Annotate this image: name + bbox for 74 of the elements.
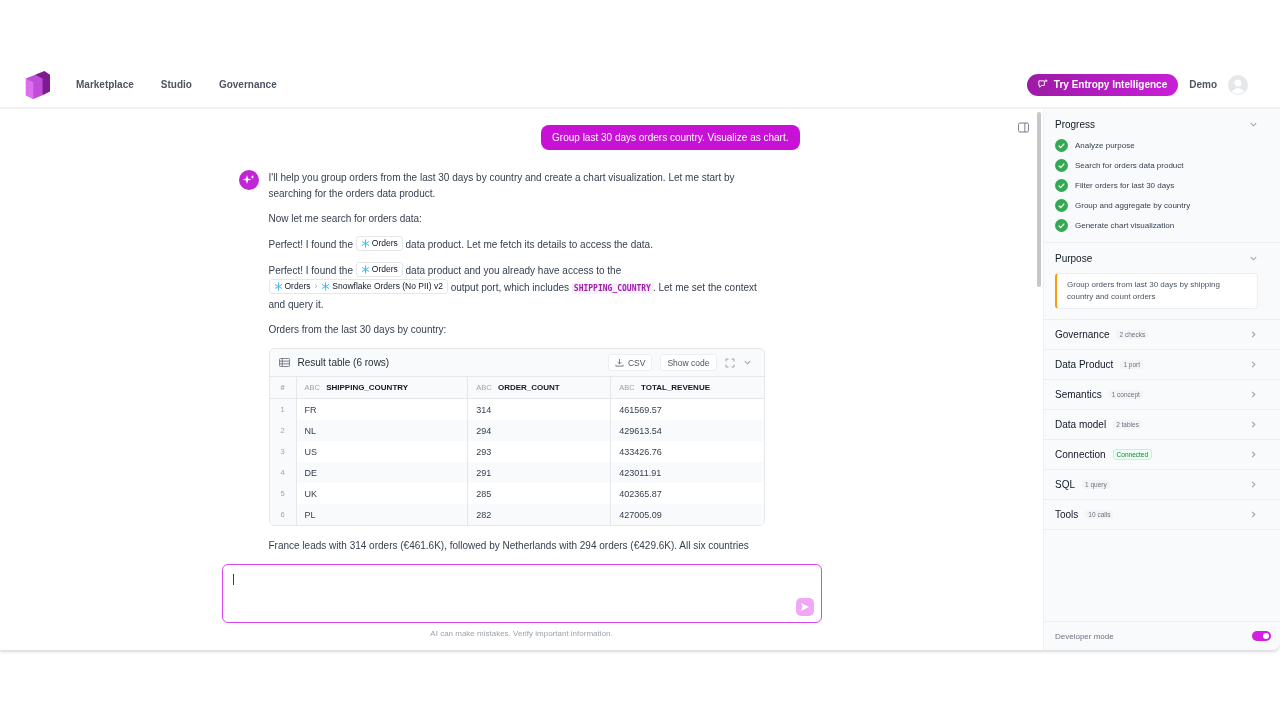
table-cell: PL xyxy=(296,504,468,525)
column-name: SHIPPING_COUNTRY xyxy=(326,383,409,392)
section-title: Tools xyxy=(1055,509,1079,520)
user-name[interactable]: Demo xyxy=(1189,79,1217,90)
snowflake-icon xyxy=(321,282,331,291)
avatar-icon[interactable] xyxy=(1228,74,1248,95)
message-text: I'll help you group orders from the last 30 days by country and create a chart visualization. Let me start by searching for the orders data product. xyxy=(268,171,736,201)
message-input[interactable] xyxy=(221,564,822,623)
nav-link[interactable]: Marketplace xyxy=(76,79,134,90)
progress-step: Analyze purpose xyxy=(1075,141,1135,150)
chevron-right-icon[interactable] xyxy=(1249,330,1258,339)
progress-step: Generate chart visualization xyxy=(1075,221,1175,230)
chevron-right-icon[interactable] xyxy=(1249,390,1258,399)
assistant-sparkle-icon xyxy=(238,170,259,190)
table-cell: 291 xyxy=(467,462,611,483)
message-text: Now let me search for orders data: xyxy=(268,212,423,226)
download-csv-button[interactable]: CSV xyxy=(607,354,653,371)
table-cell: 461569.57 xyxy=(610,398,764,420)
snowflake-icon xyxy=(360,265,370,274)
table-cell: 402365.87 xyxy=(610,483,764,504)
chevron-right-icon[interactable] xyxy=(1249,360,1258,369)
data-product-chip[interactable]: Orders xyxy=(355,262,403,277)
download-icon xyxy=(614,358,624,367)
chevron-right-icon[interactable] xyxy=(1249,480,1258,489)
send-icon[interactable] xyxy=(795,598,814,616)
chevron-right-icon[interactable] xyxy=(1249,510,1258,519)
disclaimer-text: AI can make mistakes. Verify important information. xyxy=(429,628,614,640)
table-cell: 427005.09 xyxy=(610,504,764,525)
data-product-chip[interactable]: Orders › Snowflake Orders (No PII) v2 xyxy=(268,279,448,294)
chat-sparkle-icon xyxy=(1036,79,1048,90)
message-text: France leads with 314 orders (€461.6K), followed by Netherlands with 294 orders (€429.6K). All six countries xyxy=(268,539,750,553)
section-title: Data model xyxy=(1055,419,1107,430)
message-text: Perfect! I found the Orders data product. Let me fetch its details to access the data. xyxy=(268,236,654,253)
section-title: Progress xyxy=(1055,118,1095,130)
user-message: Group last 30 days orders country. Visualize as chart. xyxy=(541,125,800,150)
message-text: Perfect! I found the Orders data product and you already have access to the Orders › Snowflake Orders (No PII) v2 output port, which includes SHIPPING_COUNTRY . Let me set the context and query it. xyxy=(268,262,758,312)
section-title: Data Product xyxy=(1055,359,1114,370)
table-cell: DE xyxy=(296,462,468,483)
section-title: Governance xyxy=(1055,329,1110,340)
section-title: Connection xyxy=(1055,449,1106,460)
nav-link[interactable]: Governance xyxy=(218,79,277,90)
purpose-text: Group orders from last 30 days by shipping country and count orders xyxy=(1055,273,1258,309)
table-cell: 423011.91 xyxy=(610,462,764,483)
show-code-button[interactable]: Show code xyxy=(660,354,717,371)
progress-step: Filter orders for last 30 days xyxy=(1075,181,1175,190)
expand-icon[interactable] xyxy=(724,357,735,368)
logo-icon[interactable] xyxy=(24,70,50,99)
table-cell: 282 xyxy=(467,504,611,525)
snowflake-icon xyxy=(360,239,370,248)
chevron-right-icon[interactable] xyxy=(1249,450,1258,459)
chevron-right-icon[interactable] xyxy=(1249,420,1258,429)
section-title: Semantics xyxy=(1055,389,1102,400)
column-name: ORDER_COUNT xyxy=(497,383,560,392)
table-cell: 433426.76 xyxy=(610,441,764,462)
message-text: Orders from the last 30 days by country: xyxy=(268,323,448,337)
developer-mode-toggle[interactable] xyxy=(1252,631,1271,641)
snowflake-icon xyxy=(273,282,283,291)
data-product-chip[interactable]: Orders xyxy=(355,236,403,251)
chevron-down-icon[interactable] xyxy=(742,358,752,367)
section-title: SQL xyxy=(1055,479,1075,490)
table-title: Result table (6 rows) xyxy=(297,357,390,368)
scrollbar[interactable] xyxy=(1037,112,1041,287)
table-cell: 294 xyxy=(467,420,611,441)
table-icon xyxy=(278,358,290,367)
panel-toggle-icon[interactable] xyxy=(1018,122,1029,133)
developer-mode-label: Developer mode xyxy=(1055,631,1114,641)
nav-link[interactable]: Studio xyxy=(160,79,192,90)
progress-step: Group and aggregate by country xyxy=(1075,201,1191,210)
table-cell: 429613.54 xyxy=(610,420,764,441)
column-name: TOTAL_REVENUE xyxy=(640,383,710,392)
section-title: Purpose xyxy=(1055,252,1093,264)
table-cell: NL xyxy=(296,420,468,441)
try-intelligence-button[interactable]: Try Entropy Intelligence xyxy=(1026,73,1179,96)
progress-step: Search for orders data product xyxy=(1075,161,1184,170)
